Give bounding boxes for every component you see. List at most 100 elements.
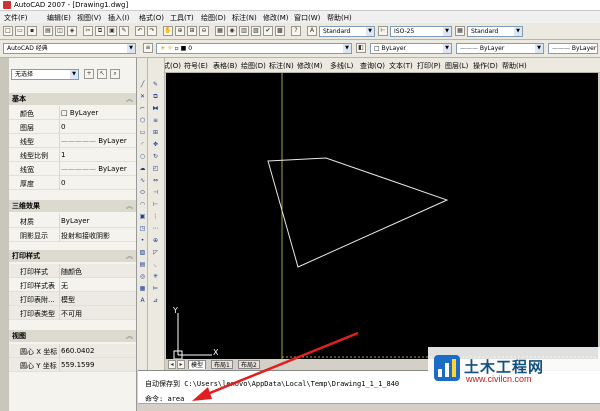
- layer-select[interactable]: ☀ ☼ ▫ ■ 0 ▼: [156, 43, 352, 54]
- menu-draw[interactable]: 绘图(D): [201, 13, 226, 23]
- docked-menu-layer[interactable]: 图层(L): [445, 61, 468, 71]
- property-row[interactable]: 图层 0: [9, 120, 136, 134]
- docked-menu-symbol[interactable]: 符号(E): [184, 61, 208, 71]
- tab-scroll-left-icon[interactable]: ◂: [168, 360, 176, 369]
- menu-help[interactable]: 帮助(H): [327, 13, 352, 23]
- help-icon[interactable]: ?: [291, 26, 301, 36]
- property-row[interactable]: 线型 ————— ByLayer: [9, 134, 136, 148]
- dim-style-select[interactable]: ISO-25 ▼: [390, 26, 452, 37]
- docked-menu-plot[interactable]: 打印(P): [417, 61, 441, 71]
- region-icon[interactable]: ◎: [138, 272, 147, 281]
- section-basic-header[interactable]: 基本 ︽: [9, 93, 136, 105]
- docked-menu-modify[interactable]: 修改(M): [297, 61, 323, 71]
- menu-tools[interactable]: 工具(T): [170, 13, 194, 23]
- zoom-previous-icon[interactable]: ⊖: [199, 26, 209, 36]
- palette-title-strip[interactable]: [0, 58, 9, 411]
- property-row[interactable]: 阴影显示 投射和接收阴影: [9, 228, 136, 242]
- color-select[interactable]: □ ByLayer ▼: [370, 43, 452, 54]
- markup-icon[interactable]: ✔: [263, 26, 273, 36]
- redo-icon[interactable]: ↷: [147, 26, 157, 36]
- scale-icon[interactable]: ◰: [151, 164, 160, 173]
- selection-select[interactable]: 无选择 ▼: [11, 69, 79, 80]
- trim-icon[interactable]: ⊣: [151, 188, 160, 197]
- stretch-icon[interactable]: ⇔: [151, 176, 160, 185]
- rotate-icon[interactable]: ↻: [151, 152, 160, 161]
- layer-manager-icon[interactable]: ≡: [143, 43, 153, 53]
- text-style-select[interactable]: Standard ▼: [319, 26, 375, 37]
- undo-icon[interactable]: ↶: [135, 26, 145, 36]
- drawing-canvas[interactable]: Y X: [166, 73, 598, 359]
- property-row[interactable]: 圆心 Y 坐标 559.1599: [9, 358, 136, 372]
- docked-menu-inquiry[interactable]: 查询(Q): [360, 61, 385, 71]
- quadrilateral-shape[interactable]: [267, 157, 449, 268]
- copy-object-icon[interactable]: ⧉: [151, 92, 160, 101]
- pan-icon[interactable]: ✋: [163, 26, 173, 36]
- properties-icon[interactable]: ▦: [215, 26, 225, 36]
- docked-menu-dimension[interactable]: 标注(N): [269, 61, 294, 71]
- gradient-icon[interactable]: ▤: [138, 260, 147, 269]
- polygon-icon[interactable]: ⬡: [138, 116, 147, 125]
- open-icon[interactable]: ▭: [15, 26, 25, 36]
- menu-dimension[interactable]: 标注(N): [232, 13, 257, 23]
- collapse-icon[interactable]: ︽: [126, 330, 133, 342]
- tool-palettes-icon[interactable]: ▥: [239, 26, 249, 36]
- make-block-icon[interactable]: ◳: [138, 224, 147, 233]
- zoom-realtime-icon[interactable]: ⊕: [175, 26, 185, 36]
- array-icon[interactable]: ⊞: [151, 128, 160, 137]
- docked-menu-table[interactable]: 表格(B): [213, 61, 237, 71]
- quick-select-icon[interactable]: ⌕: [110, 69, 120, 79]
- point-icon[interactable]: •: [138, 236, 147, 245]
- rectangle-icon[interactable]: ▭: [138, 128, 147, 137]
- spline-icon[interactable]: ∿: [138, 176, 147, 185]
- docked-menu-text[interactable]: 文本(T): [389, 61, 413, 71]
- polyline-icon[interactable]: ⌐: [138, 104, 147, 113]
- fillet-icon[interactable]: ◟: [151, 260, 160, 269]
- offset-icon[interactable]: ≡: [151, 116, 160, 125]
- insert-block-icon[interactable]: ▣: [138, 212, 147, 221]
- property-row[interactable]: 厚度 0: [9, 176, 136, 190]
- dim-aligned-icon[interactable]: ⊿: [151, 296, 160, 305]
- explode-icon[interactable]: ✳: [151, 272, 160, 281]
- menu-window[interactable]: 窗口(W): [294, 13, 320, 23]
- docked-menu-operation[interactable]: 操作(D): [473, 61, 498, 71]
- copy-icon[interactable]: ⧉: [95, 26, 105, 36]
- table-style-select[interactable]: Standard ▼: [467, 26, 523, 37]
- property-row[interactable]: 打印表类型 不可用: [9, 306, 136, 320]
- preview-icon[interactable]: ◫: [55, 26, 65, 36]
- ellipse-icon[interactable]: ⬭: [138, 188, 147, 197]
- cut-icon[interactable]: ✂: [83, 26, 93, 36]
- section-3d-header[interactable]: 三维效果 ︽: [9, 200, 136, 212]
- circle-icon[interactable]: ○: [138, 152, 147, 161]
- docked-menu-mline[interactable]: 多线(L): [330, 61, 353, 71]
- calculator-icon[interactable]: ▩: [275, 26, 285, 36]
- property-row[interactable]: 材质 ByLayer: [9, 214, 136, 228]
- property-row[interactable]: 线型比例 1: [9, 148, 136, 162]
- linetype-select[interactable]: ——— ByLayer ▼: [456, 43, 544, 54]
- property-row[interactable]: 打印样式 随颜色: [9, 264, 136, 278]
- property-row[interactable]: 打印样式表无: [9, 278, 136, 292]
- collapse-icon[interactable]: ︽: [126, 250, 133, 262]
- property-row[interactable]: 打印表附... 模型: [9, 292, 136, 306]
- docked-menu-help[interactable]: 帮助(H): [502, 61, 527, 71]
- sheet-set-icon[interactable]: ▧: [251, 26, 261, 36]
- collapse-icon[interactable]: ︽: [126, 93, 133, 105]
- menu-edit[interactable]: 编辑(E): [47, 13, 71, 23]
- dim-linear-icon[interactable]: ⊨: [151, 284, 160, 293]
- select-objects-icon[interactable]: ↖: [97, 69, 107, 79]
- section-view-header[interactable]: 视图 ︽: [9, 330, 136, 342]
- property-row[interactable]: 圆心 X 坐标 660.0402: [9, 344, 136, 358]
- construction-line-icon[interactable]: ✕: [138, 92, 147, 101]
- workspace-select[interactable]: AutoCAD 经典 ▼: [3, 43, 136, 54]
- ellipse-arc-icon[interactable]: ◠: [138, 200, 147, 209]
- join-icon[interactable]: ⊕: [151, 236, 160, 245]
- match-properties-icon[interactable]: ✎: [119, 26, 129, 36]
- table-icon[interactable]: ▦: [138, 284, 147, 293]
- multiline-text-icon[interactable]: A: [138, 296, 147, 305]
- section-plot-header[interactable]: 打印样式 ︽: [9, 250, 136, 262]
- menu-format[interactable]: 格式(O): [139, 13, 164, 23]
- menu-modify[interactable]: 修改(M): [263, 13, 289, 23]
- new-icon[interactable]: □: [3, 26, 13, 36]
- erase-icon[interactable]: ✎: [151, 80, 160, 89]
- menu-insert[interactable]: 插入(I): [108, 13, 130, 23]
- line-icon[interactable]: ╱: [138, 80, 147, 89]
